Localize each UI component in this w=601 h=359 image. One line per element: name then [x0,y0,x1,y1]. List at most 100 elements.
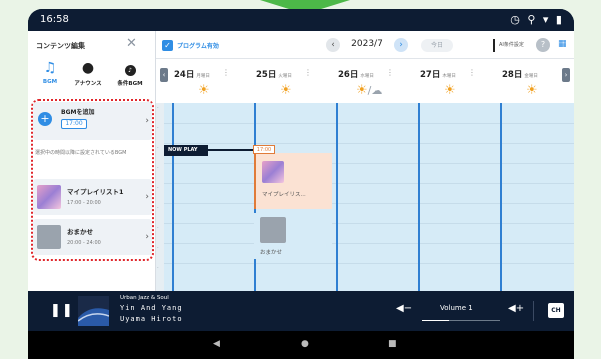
panel-title: コンテンツ編集 [36,42,85,50]
time-axis: --- --- --- [156,103,164,291]
hour-line [164,243,574,244]
event-omakase[interactable]: おまかせ [254,213,332,259]
add-bgm-button[interactable]: + BGMを追加 17:00 › [33,102,152,140]
day-date: 25日 火曜日 [256,70,292,80]
chevron-right-icon: › [145,116,149,126]
hour-line [164,183,574,184]
hour-line [164,163,574,164]
omakase-thumbnail [37,225,61,249]
volume-down-icon[interactable]: ◀− [396,303,412,314]
prev-month-button[interactable]: ‹ [326,38,340,52]
back-icon[interactable]: ◀ [213,339,220,349]
playlist-thumbnail [262,161,284,183]
track-title: Yin And Yang [120,304,183,312]
list-item-name: おまかせ [67,228,93,236]
program-toggle-label[interactable]: プログラム有効 [177,41,219,50]
omakase-thumbnail [260,217,286,243]
day-date: 26日 水曜日 [338,70,374,80]
tab-conditional-bgm[interactable]: ♪ 条件BGM [112,59,148,93]
hour-line [164,223,574,224]
track-genre: Urban Jazz & Soul [120,295,169,301]
day-column-header[interactable]: 26日 水曜日 ⋮ ☀/☁ [332,65,416,101]
more-icon[interactable]: ⋮ [304,68,312,77]
volume-fill [422,320,450,321]
day-column-header[interactable]: 27日 木曜日 ⋮ ☀ [414,65,498,101]
sunny-icon: ☀ [198,83,210,98]
current-month: 2023/7 [351,39,383,49]
sunny-cloudy-icon: ☀/☁ [356,83,383,98]
status-time: 16:58 [40,14,69,25]
status-icons: ◷ ⚲ ▾ ▮ [510,13,564,26]
toolbar-divider [493,39,495,52]
playlist-thumbnail [37,185,61,209]
day-separator [500,103,502,291]
schedule-area: ✓ プログラム有効 ‹ 2023/7 › 今日 AI条件設定 ? ▦ ‹ 24日… [156,31,574,291]
now-time-badge: 17:00 [253,145,275,154]
more-icon[interactable]: ⋮ [468,68,476,77]
help-icon[interactable]: ? [536,38,550,52]
day-date: 28日 金曜日 [502,70,538,80]
day-separator [336,103,338,291]
more-icon[interactable]: ⋮ [222,68,230,77]
day-column-header[interactable]: 24日 月曜日 ⋮ ☀ [168,65,252,101]
add-bgm-time[interactable]: 17:00 [61,119,87,129]
sunny-icon: ☀ [526,83,538,98]
add-bgm-label: BGMを追加 [61,109,95,116]
content-edit-panel: コンテンツ編集 ✕ ♫ BGM ● アナウンス ♪ 条件BGM + BGMを追加… [28,31,156,291]
bgm-note: 選択中の時間以降に設定されているBGM [35,150,127,156]
schedule-toolbar: ✓ プログラム有効 ‹ 2023/7 › 今日 AI条件設定 ? ▦ [156,31,574,59]
music-note-icon: ♫ [43,60,57,76]
player-divider [533,301,534,321]
tablet-device: 16:58 ◷ ⚲ ▾ ▮ コンテンツ編集 ✕ ♫ BGM ● アナウンス ♪ … [28,9,574,359]
event-playlist[interactable]: マイプレイリス... [254,153,332,209]
volume-up-icon[interactable]: ◀+ [508,303,524,314]
day-column-header[interactable]: 25日 火曜日 ⋮ ☀ [250,65,334,101]
chevron-right-icon: › [145,192,149,202]
sunny-icon: ☀ [280,83,292,98]
day-date: 27日 木曜日 [420,70,456,80]
ai-settings-button[interactable]: AI条件設定 [499,41,524,48]
list-item-playlist[interactable]: マイプレイリスト1 17:00 - 20:00 › [33,179,152,215]
tab-announce[interactable]: ● アナウンス [70,59,106,93]
now-play-label: NOW PLAY [164,145,208,156]
next-month-button[interactable]: › [394,38,408,52]
content-tabs: ♫ BGM ● アナウンス ♪ 条件BGM [32,59,152,93]
channel-button[interactable]: CH [548,303,564,318]
conditional-bgm-icon: ♪ [112,59,148,77]
day-separator [172,103,174,291]
today-button[interactable]: 今日 [421,39,453,52]
close-icon[interactable]: ✕ [126,36,137,51]
day-date: 24日 月曜日 [174,70,210,80]
tab-conditional-label: 条件BGM [117,81,143,87]
list-item-omakase[interactable]: おまかせ 20:00 - 24:00 › [33,219,152,255]
hour-line [164,123,574,124]
list-item-time: 17:00 - 20:00 [67,200,101,206]
prev-days-button[interactable]: ‹ [160,68,168,82]
speech-bubble-icon: ● [81,60,95,76]
timeline-grid[interactable]: --- --- --- NOW PLAY マイプレイリス... 17:00 おま… [156,103,574,291]
hour-line [164,263,574,264]
grid-view-icon[interactable]: ▦ [558,39,567,49]
system-nav-bar: ◀ ● ■ [28,331,574,359]
event-name: マイプレイリス... [262,192,306,198]
home-icon[interactable]: ● [301,339,309,349]
track-artist: Uyama Hiroto [120,315,183,323]
next-days-button[interactable]: › [562,68,570,82]
tab-bgm[interactable]: ♫ BGM [32,59,68,93]
status-bar: 16:58 ◷ ⚲ ▾ ▮ [28,9,574,31]
app-screen: コンテンツ編集 ✕ ♫ BGM ● アナウンス ♪ 条件BGM + BGMを追加… [28,31,574,291]
day-separator [418,103,420,291]
hour-line [164,143,574,144]
plus-icon: + [38,112,52,126]
chevron-right-icon: › [145,232,149,242]
tab-bgm-label: BGM [42,79,58,85]
album-art [78,296,109,326]
more-icon[interactable]: ⋮ [386,68,394,77]
recents-icon[interactable]: ■ [388,339,397,349]
program-checkbox[interactable]: ✓ [162,40,173,51]
event-name: おまかせ [260,250,283,256]
pause-icon[interactable]: ❚❚ [50,303,74,318]
hour-line [164,203,574,204]
list-item-time: 20:00 - 24:00 [67,240,101,246]
player-bar: ❚❚ Urban Jazz & Soul Yin And Yang Uyama … [28,291,574,331]
